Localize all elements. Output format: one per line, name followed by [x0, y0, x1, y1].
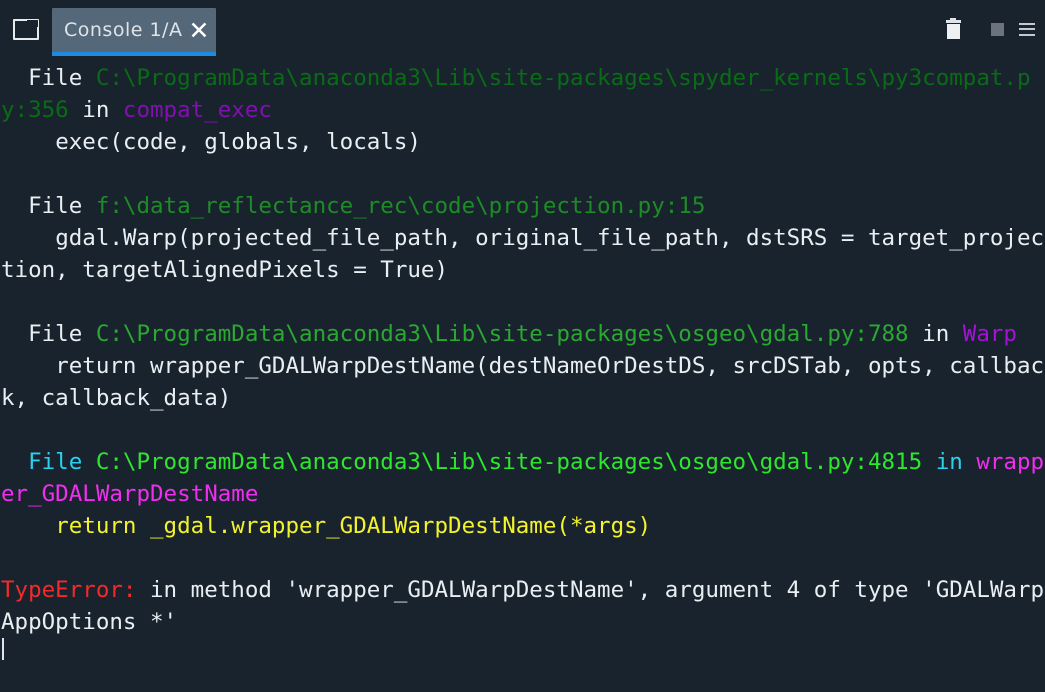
console-text-span: f:\data_reflectance_rec\code\projection.… — [95, 193, 706, 219]
console-text-span: in — [908, 321, 963, 347]
console-text-span: File — [1, 321, 96, 347]
console-text-span: Warp — [962, 321, 1017, 347]
console-text-span: File — [1, 193, 96, 219]
console-line: File f:\data_reflectance_rec\code\projec… — [0, 190, 1045, 222]
console-text-span: File — [1, 65, 96, 91]
options-menu-button[interactable] — [1019, 0, 1045, 58]
console-text-span: in — [922, 449, 977, 475]
tab-active-underline — [52, 52, 217, 56]
console-text-span: exec(code, globals, locals) — [1, 129, 421, 155]
tab-console-1a[interactable]: Console 1/A ✕ — [52, 8, 217, 56]
stop-square-icon — [990, 22, 1004, 36]
console-text-span: in method 'wrapper_GDALWarpDestName', ar… — [1, 577, 1045, 635]
close-icon[interactable]: ✕ — [188, 18, 209, 43]
console-text-span: in — [68, 97, 123, 123]
console-line: return _gdal.wrapper_GDALWarpDestName(*a… — [0, 510, 1045, 542]
console-line: gdal.Warp(projected_file_path, original_… — [0, 222, 1045, 286]
console-text-span: C:\ProgramData\anaconda3\Lib\site-packag… — [95, 449, 923, 475]
traceback-text: File C:\ProgramData\anaconda3\Lib\site-p… — [0, 58, 1045, 638]
console-prompt-cursor — [0, 638, 1045, 660]
console-tab-strip: Console 1/A ✕ — [52, 0, 217, 58]
interrupt-kernel-button[interactable] — [975, 0, 1019, 58]
console-text-span: TypeError: — [1, 577, 137, 603]
console-line: File C:\ProgramData\anaconda3\Lib\site-p… — [0, 62, 1045, 126]
console-toolbar: Console 1/A ✕ — [0, 0, 1045, 58]
browse-tabs-button[interactable] — [0, 0, 52, 58]
console-text-span: C:\ProgramData\anaconda3\Lib\site-packag… — [95, 321, 909, 347]
console-line: File C:\ProgramData\anaconda3\Lib\site-p… — [0, 318, 1045, 350]
console-line: TypeError: in method 'wrapper_GDALWarpDe… — [0, 574, 1045, 638]
trash-icon — [945, 17, 961, 39]
console-text-span: return _gdal.wrapper_GDALWarpDestName(*a… — [1, 513, 652, 539]
console-text-span: compat_exec — [122, 97, 272, 123]
console-output-area[interactable]: File C:\ProgramData\anaconda3\Lib\site-p… — [0, 58, 1045, 692]
tab-label: Console 1/A — [64, 19, 183, 41]
console-text-span: gdal.Warp(projected_file_path, original_… — [1, 225, 1045, 283]
console-line: return wrapper_GDALWarpDestName(destName… — [0, 350, 1045, 414]
console-text-span: return wrapper_GDALWarpDestName(destName… — [1, 353, 1045, 411]
console-line: exec(code, globals, locals) — [0, 126, 1045, 158]
console-line: File C:\ProgramData\anaconda3\Lib\site-p… — [0, 446, 1045, 510]
remove-all-variables-button[interactable] — [931, 0, 975, 58]
folder-icon — [13, 18, 39, 40]
console-text-span: File — [1, 449, 96, 475]
hamburger-menu-icon — [1019, 22, 1035, 36]
